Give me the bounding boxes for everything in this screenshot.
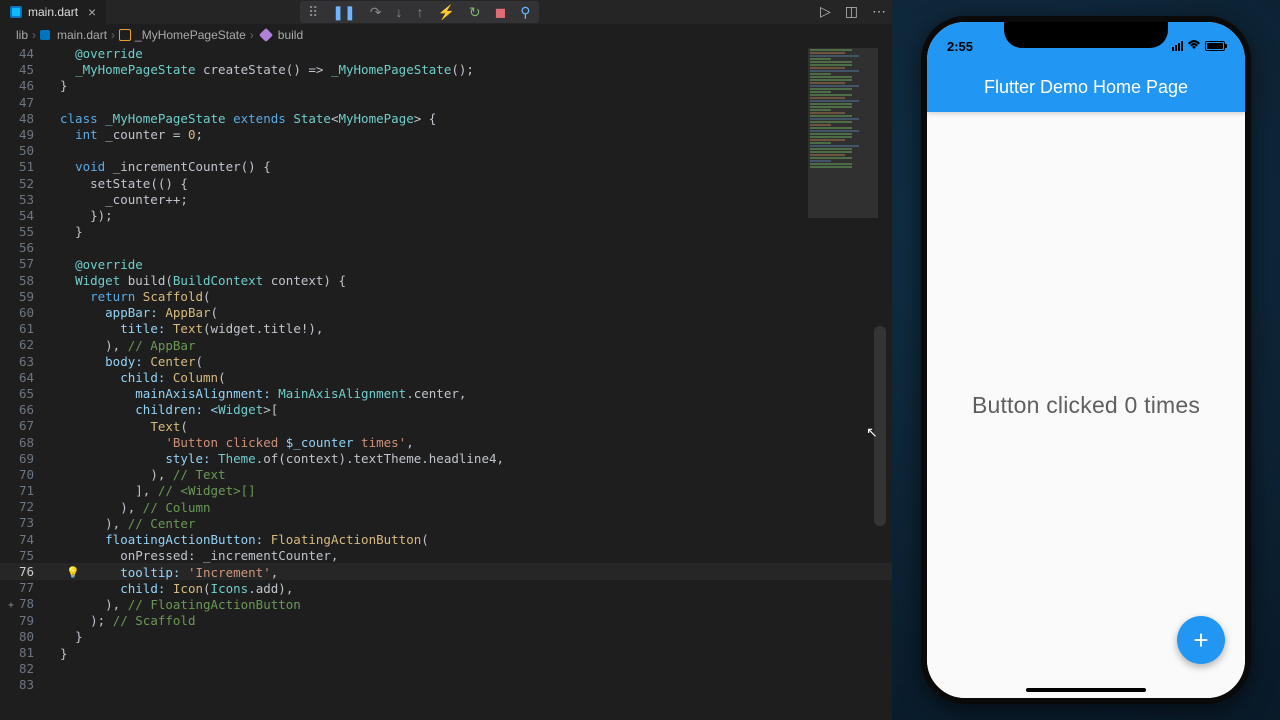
plus-icon: + bbox=[1193, 625, 1208, 656]
line-number-gutter: 4445464748495051525354555657585960616263… bbox=[0, 46, 48, 720]
inspector-icon[interactable]: ⚲ bbox=[520, 4, 530, 21]
status-icons bbox=[1172, 39, 1225, 53]
run-icon[interactable]: ▷ bbox=[820, 3, 831, 20]
close-icon[interactable]: × bbox=[88, 4, 96, 20]
ios-simulator: 2:55 Flutter Demo Home Page Button click… bbox=[892, 0, 1280, 720]
stop-icon[interactable]: ◼ bbox=[495, 4, 507, 21]
step-into-icon[interactable]: ↓ bbox=[395, 4, 402, 20]
breadcrumb[interactable]: lib › main.dart › _MyHomePageState › bui… bbox=[0, 24, 892, 46]
scrollbar-thumb[interactable] bbox=[874, 326, 886, 526]
source-code[interactable]: @override _MyHomePageState createState()… bbox=[60, 46, 892, 662]
split-editor-icon[interactable]: ◫ bbox=[845, 3, 858, 20]
minimap[interactable] bbox=[808, 48, 878, 218]
tab-filename: main.dart bbox=[28, 5, 78, 19]
step-out-icon[interactable]: ↑ bbox=[416, 4, 423, 20]
cellular-icon bbox=[1172, 41, 1183, 51]
app-bar: Flutter Demo Home Page bbox=[927, 62, 1245, 112]
debug-toolbar[interactable]: ⠿ ❚❚ ↷ ↓ ↑ ⚡ ↻ ◼ ⚲ bbox=[300, 1, 539, 23]
editor-top-actions: ▷ ◫ ⋯ bbox=[820, 3, 886, 20]
chevron-right-icon: › bbox=[111, 28, 115, 42]
counter-text: Button clicked 0 times bbox=[972, 392, 1200, 419]
dart-icon bbox=[40, 30, 50, 40]
phone-notch bbox=[1004, 22, 1168, 48]
method-icon bbox=[259, 28, 273, 42]
breadcrumb-class[interactable]: _MyHomePageState bbox=[135, 28, 246, 42]
status-time: 2:55 bbox=[947, 39, 973, 54]
editor-pane: main.dart × ⠿ ❚❚ ↷ ↓ ↑ ⚡ ↻ ◼ ⚲ ▷ ◫ ⋯ lib… bbox=[0, 0, 892, 720]
chevron-right-icon: › bbox=[32, 28, 36, 42]
floating-action-button[interactable]: + bbox=[1177, 616, 1225, 664]
dart-icon bbox=[10, 6, 22, 18]
more-actions-icon[interactable]: ⋯ bbox=[872, 3, 886, 20]
add-line-icon[interactable]: + bbox=[8, 598, 14, 614]
drag-handle-icon[interactable]: ⠿ bbox=[308, 4, 318, 21]
step-over-icon[interactable]: ↷ bbox=[370, 4, 382, 21]
app-bar-title: Flutter Demo Home Page bbox=[984, 77, 1188, 98]
battery-icon bbox=[1205, 41, 1225, 51]
wifi-icon bbox=[1187, 39, 1201, 53]
app-body: Button clicked 0 times bbox=[927, 112, 1245, 698]
breadcrumb-method[interactable]: build bbox=[278, 28, 303, 42]
code-content[interactable]: @override _MyHomePageState createState()… bbox=[48, 46, 892, 720]
home-indicator[interactable] bbox=[1026, 688, 1146, 692]
hot-reload-icon[interactable]: ⚡ bbox=[437, 4, 454, 21]
phone-frame: 2:55 Flutter Demo Home Page Button click… bbox=[921, 16, 1251, 704]
breadcrumb-file[interactable]: main.dart bbox=[57, 28, 107, 42]
restart-icon[interactable]: ↻ bbox=[469, 4, 481, 21]
pause-icon[interactable]: ❚❚ bbox=[332, 4, 355, 21]
chevron-right-icon: › bbox=[250, 28, 254, 42]
tab-main-dart[interactable]: main.dart × bbox=[0, 0, 106, 24]
class-icon bbox=[119, 29, 131, 41]
code-area[interactable]: 4445464748495051525354555657585960616263… bbox=[0, 46, 892, 720]
breadcrumb-folder[interactable]: lib bbox=[16, 28, 28, 42]
